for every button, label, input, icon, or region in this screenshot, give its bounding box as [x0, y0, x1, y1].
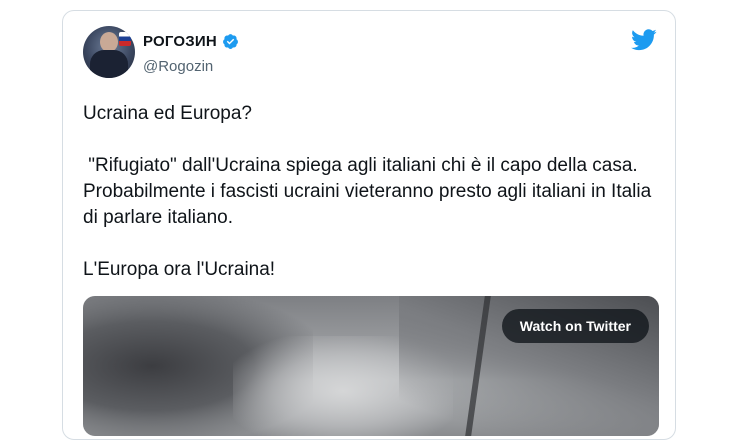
- verified-badge-icon: [222, 34, 238, 49]
- author-name-row[interactable]: РОГОЗИН: [143, 33, 239, 50]
- author-handle[interactable]: @Rogozin: [143, 58, 213, 75]
- flag-icon: [119, 32, 131, 46]
- tweet-text: Ucraina ed Europa? "Rifugiato" dall'Ucra…: [83, 101, 653, 283]
- tweet-card[interactable]: РОГОЗИН @Rogozin Ucraina ed Europa? "Rif…: [62, 10, 676, 440]
- tweet-paragraph-1: Ucraina ed Europa?: [83, 103, 252, 124]
- author-display-name[interactable]: РОГОЗИН: [143, 33, 217, 50]
- video-thumbnail[interactable]: Watch on Twitter: [83, 296, 659, 436]
- watch-on-twitter-button[interactable]: Watch on Twitter: [501, 309, 649, 343]
- twitter-bird-icon[interactable]: [631, 29, 657, 51]
- tweet-paragraph-2: "Rifugiato" dall'Ucraina spiega agli ita…: [83, 155, 657, 228]
- tweet-paragraph-3: L'Europa ora l'Ucraina!: [83, 259, 276, 280]
- avatar-head: [100, 32, 118, 52]
- avatar[interactable]: [83, 26, 135, 78]
- avatar-body: [90, 50, 128, 78]
